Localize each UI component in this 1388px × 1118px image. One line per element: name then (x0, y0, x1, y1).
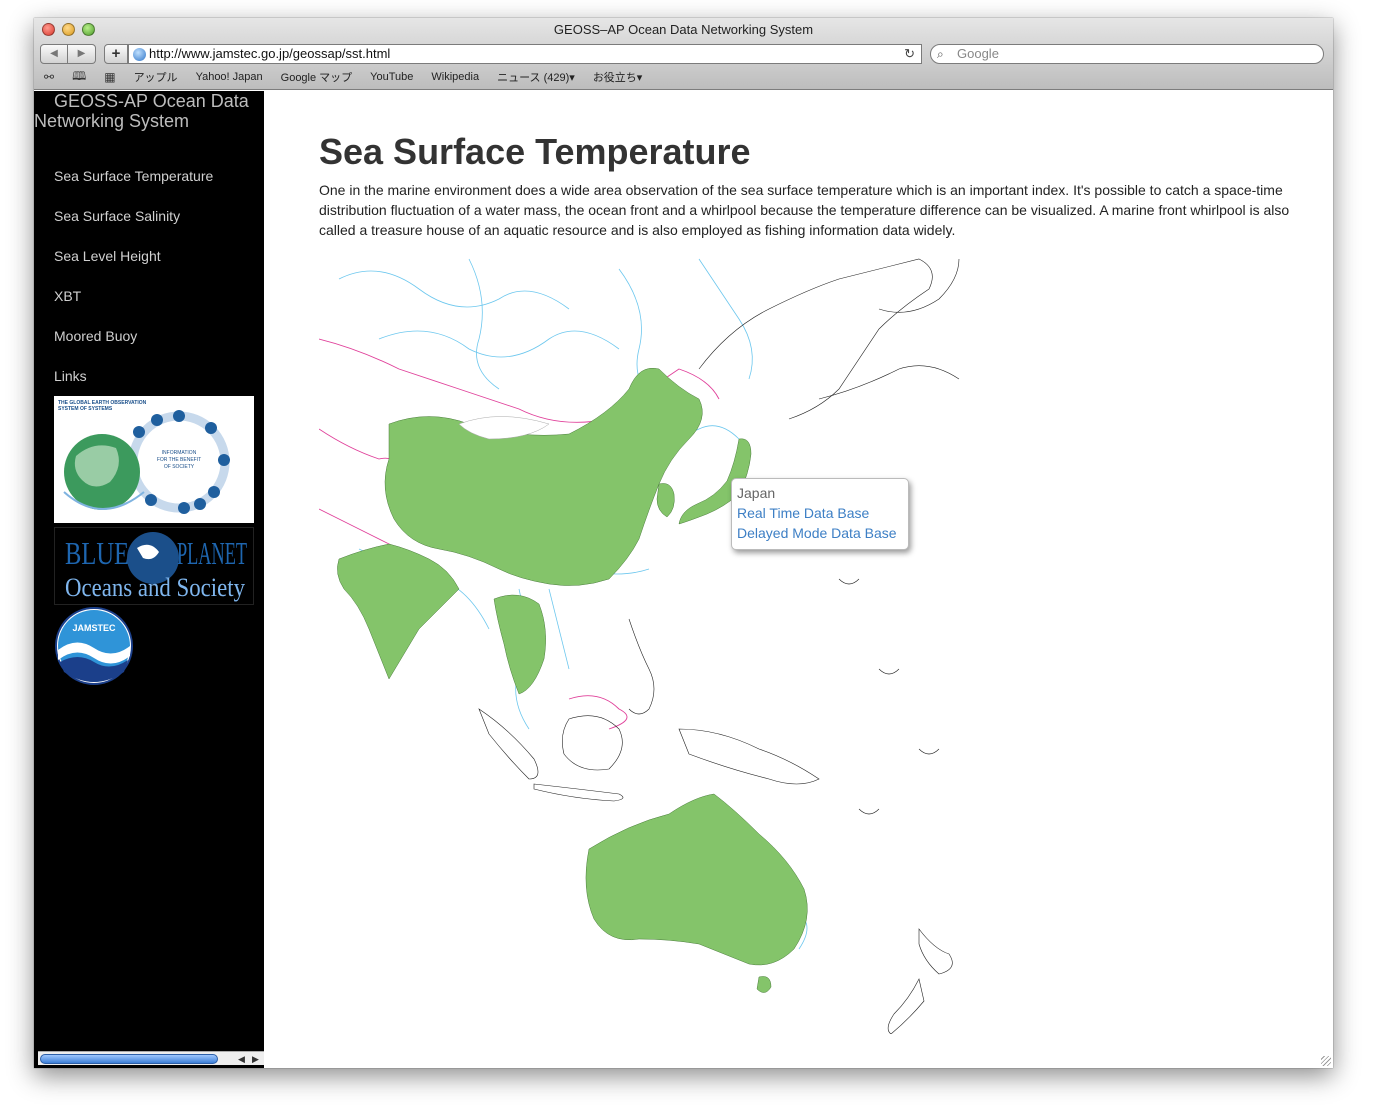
map-coast-label-hidden: . (719, 413, 720, 415)
country-india (337, 543, 460, 680)
svg-text:PLANET: PLANET (177, 535, 247, 571)
main-content: Sea Surface Temperature One in the marin… (264, 91, 1333, 1068)
sidebar-item-sea-surface-temperature[interactable]: Sea Surface Temperature (54, 168, 213, 208)
bookmark-wikipedia[interactable]: Wikipedia (431, 71, 479, 83)
site-title[interactable]: GEOSS-AP Ocean Data Networking System (34, 91, 264, 131)
coast-new-guinea (678, 728, 820, 785)
river-siberia-3 (468, 258, 500, 390)
coast-nz-south (887, 978, 925, 1034)
river-siberia-1 (338, 270, 570, 310)
border-south-asia (319, 508, 400, 550)
river-siberia-2 (378, 330, 620, 358)
coast-nz-north (918, 928, 953, 975)
geoss-logo-graphic: THE GLOBAL EARTH OBSERVATION SYSTEM OF S… (58, 400, 230, 514)
reading-list-icon[interactable]: ⚯ (44, 70, 54, 84)
sidebar-item-xbt[interactable]: XBT (54, 288, 213, 328)
bookmark-youtube[interactable]: YouTube (370, 71, 413, 83)
sidebar-nav: Sea Surface Temperature Sea Surface Sali… (54, 168, 213, 408)
jamstec-logo[interactable]: JAMSTEC (54, 606, 134, 686)
sidebar-horizontal-scrollbar[interactable]: ◀ ▶ (38, 1051, 264, 1065)
svg-text:OF SOCIETY: OF SOCIETY (164, 464, 195, 470)
browser-window: GEOSS–AP Ocean Data Networking System ◀ … (34, 18, 1333, 1068)
scrollbar-thumb[interactable] (40, 1054, 218, 1064)
search-placeholder: Google (957, 46, 999, 61)
svg-text:SYSTEM OF SYSTEMS: SYSTEM OF SYSTEMS (58, 406, 113, 412)
site-globe-icon (133, 48, 146, 61)
coast-borneo (562, 715, 623, 771)
address-text: http://www.jamstec.go.jp/geossap/sst.htm… (149, 46, 391, 61)
add-bookmark-button[interactable]: + (104, 44, 128, 64)
window-title: GEOSS–AP Ocean Data Networking System (553, 22, 814, 37)
country-tasmania (756, 976, 772, 993)
forward-button[interactable]: ▶ (68, 44, 96, 64)
browser-chrome: GEOSS–AP Ocean Data Networking System ◀ … (34, 18, 1333, 90)
bookmarks-bar: ⚯ 🕮 ▦ アップル Yahoo! Japan Google マップ YouTu… (44, 68, 1333, 86)
border-indonesia (568, 695, 628, 730)
country-tooltip: Japan Real Time Data Base Delayed Mode D… (731, 478, 909, 550)
intro-paragraph: One in the marine environment does a wid… (319, 182, 1290, 238)
country-australia (585, 793, 808, 966)
river-siberia-5 (698, 258, 753, 380)
svg-text:INFORMATION: INFORMATION (162, 450, 197, 456)
bookmark-yahoo-japan[interactable]: Yahoo! Japan (196, 71, 263, 83)
coast-java (533, 783, 624, 802)
svg-text:BLUE: BLUE (65, 535, 129, 571)
svg-text:JAMSTEC: JAMSTEC (72, 623, 116, 633)
sidebar-item-moored-buoy[interactable]: Moored Buoy (54, 328, 213, 368)
svg-text:FOR THE BENEFIT: FOR THE BENEFIT (157, 457, 201, 463)
svg-text:Oceans and Society: Oceans and Society (65, 573, 245, 602)
bookmark-apple[interactable]: アップル (134, 69, 178, 85)
sidebar-item-sea-level-height[interactable]: Sea Level Height (54, 248, 213, 288)
page-title: Sea Surface Temperature (319, 131, 751, 172)
scroll-right-arrow-icon[interactable]: ▶ (252, 1052, 259, 1066)
bookmark-news-folder[interactable]: ニュース (429)▾ (497, 69, 575, 85)
sidebar-item-sea-surface-salinity[interactable]: Sea Surface Salinity (54, 208, 213, 248)
blue-planet-logo[interactable]: BLUE PLANET Oceans and Society (54, 527, 254, 605)
back-button[interactable]: ◀ (40, 44, 68, 64)
bookmarks-book-icon[interactable]: 🕮 (72, 67, 86, 88)
coast-pacific-islands (838, 578, 940, 815)
coast-sumatra (478, 708, 539, 780)
blue-planet-logo-graphic: BLUE PLANET Oceans and Society (65, 532, 247, 602)
bookmark-google-maps[interactable]: Google マップ (281, 69, 353, 85)
country-se-asia (493, 594, 546, 695)
river-sea-2 (548, 588, 570, 670)
history-buttons: ◀ ▶ (40, 44, 96, 64)
search-field[interactable]: ⌕ Google (930, 44, 1324, 64)
reload-icon[interactable]: ↻ (904, 45, 915, 63)
coast-russia-east (698, 258, 933, 420)
sidebar: GEOSS-AP Ocean Data Networking System Se… (34, 91, 264, 1068)
top-sites-grid-icon[interactable]: ▦ (104, 70, 115, 84)
coast-kamchatka (878, 258, 960, 313)
window-resize-grip-icon[interactable] (1321, 1056, 1331, 1066)
asia-pacific-map[interactable]: . (319, 249, 969, 1034)
scroll-left-arrow-icon[interactable]: ◀ (238, 1052, 245, 1066)
address-bar[interactable]: http://www.jamstec.go.jp/geossap/sst.htm… (128, 44, 922, 64)
geoss-logo[interactable]: THE GLOBAL EARTH OBSERVATION SYSTEM OF S… (54, 396, 254, 523)
bookmark-useful-folder[interactable]: お役立ち▾ (593, 69, 643, 85)
search-icon: ⌕ (937, 47, 944, 61)
jamstec-logo-graphic: JAMSTEC (55, 607, 133, 685)
coast-philippines (628, 618, 655, 715)
country-korea (656, 483, 675, 518)
delayed-mode-database-link[interactable]: Delayed Mode Data Base (737, 523, 903, 543)
tooltip-country-name: Japan (737, 485, 776, 501)
coast-kuril (818, 365, 960, 400)
country-china (384, 367, 703, 586)
real-time-database-link[interactable]: Real Time Data Base (737, 503, 903, 523)
